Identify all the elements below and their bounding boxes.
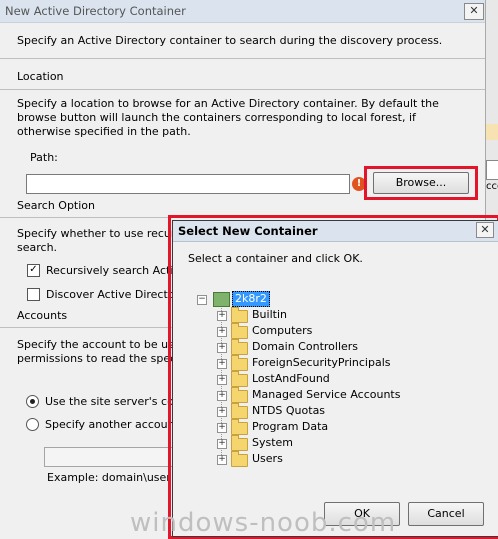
- tree-node-label: Users: [252, 452, 283, 465]
- folder-icon: [231, 307, 248, 323]
- select-new-container-dialog: Select New Container ✕ Select a containe…: [172, 220, 498, 537]
- tree-node-label: System: [252, 436, 294, 449]
- recursive-search-label: Recursively search Active: [46, 264, 187, 277]
- specify-account-label: Specify another account:: [45, 418, 183, 431]
- expand-icon[interactable]: +: [217, 311, 227, 321]
- expand-icon[interactable]: +: [217, 375, 227, 385]
- folder-icon: [231, 419, 248, 435]
- expand-icon[interactable]: +: [217, 327, 227, 337]
- accounts-heading: Accounts: [17, 309, 68, 322]
- path-label: Path:: [30, 151, 58, 164]
- intro-text: Specify an Active Directory container to…: [17, 34, 443, 47]
- use-site-server-radio[interactable]: [26, 395, 39, 408]
- background-window-icon: [486, 124, 498, 140]
- child-title: Select New Container: [178, 224, 318, 238]
- tree-node-label: Managed Service Accounts: [252, 388, 401, 401]
- folder-icon: [231, 339, 248, 355]
- divider: [0, 217, 172, 218]
- browse-button[interactable]: Browse...: [373, 172, 469, 194]
- folder-icon: [231, 403, 248, 419]
- tree-node-label: LostAndFound: [252, 372, 330, 385]
- folder-icon: [231, 355, 248, 371]
- path-input[interactable]: [26, 174, 350, 194]
- expand-icon[interactable]: +: [217, 423, 227, 433]
- tree-root-label: 2k8r2: [232, 291, 270, 307]
- tree-node-label: Program Data: [252, 420, 329, 433]
- divider: [0, 58, 485, 59]
- folder-icon: [231, 435, 248, 451]
- tree-node-label: NTDS Quotas: [252, 404, 326, 417]
- tree-node-label: ForeignSecurityPrincipals: [252, 356, 391, 369]
- collapse-icon[interactable]: −: [197, 295, 207, 305]
- child-close-button[interactable]: ✕: [476, 222, 494, 238]
- instruction-text: Select a container and click OK.: [188, 252, 363, 265]
- watermark: windows-noob.com: [130, 508, 397, 538]
- cancel-button[interactable]: Cancel: [408, 502, 484, 526]
- child-title-bar: Select New Container ✕: [173, 221, 498, 242]
- expand-icon[interactable]: +: [217, 407, 227, 417]
- location-heading: Location: [17, 70, 64, 83]
- search-option-heading: Search Option: [17, 199, 95, 212]
- tree-node-label: Computers: [252, 324, 313, 337]
- folder-icon: [231, 451, 248, 467]
- account-input[interactable]: [44, 447, 174, 467]
- main-title: New Active Directory Container: [5, 4, 186, 18]
- discover-ad-checkbox[interactable]: [27, 288, 40, 301]
- expand-icon[interactable]: +: [217, 391, 227, 401]
- account-example: Example: domain\user: [47, 471, 171, 484]
- expand-icon[interactable]: +: [217, 343, 227, 353]
- expand-icon[interactable]: +: [217, 455, 227, 465]
- expand-icon[interactable]: +: [217, 359, 227, 369]
- specify-account-radio[interactable]: [26, 418, 39, 431]
- tree-node-label: Domain Controllers: [252, 340, 359, 353]
- domain-icon: [213, 292, 230, 307]
- recursive-search-checkbox[interactable]: ✓: [27, 264, 40, 277]
- folder-icon: [231, 387, 248, 403]
- background-window-field: [486, 160, 498, 180]
- folder-icon: [231, 323, 248, 339]
- tree-node-label: Builtin: [252, 308, 287, 321]
- close-icon: ✕: [480, 223, 490, 236]
- location-description: Specify a location to browse for an Acti…: [17, 97, 439, 138]
- background-window-label: ccou: [486, 181, 498, 192]
- divider: [0, 89, 485, 90]
- divider: [0, 327, 172, 328]
- expand-icon[interactable]: +: [217, 439, 227, 449]
- main-title-bar: New Active Directory Container ✕: [0, 0, 485, 23]
- folder-icon: [231, 371, 248, 387]
- container-tree[interactable]: − 2k8r2 + Builtin + Computers + Domain C…: [189, 289, 451, 519]
- close-icon: ✕: [469, 4, 479, 17]
- main-close-button[interactable]: ✕: [464, 3, 484, 20]
